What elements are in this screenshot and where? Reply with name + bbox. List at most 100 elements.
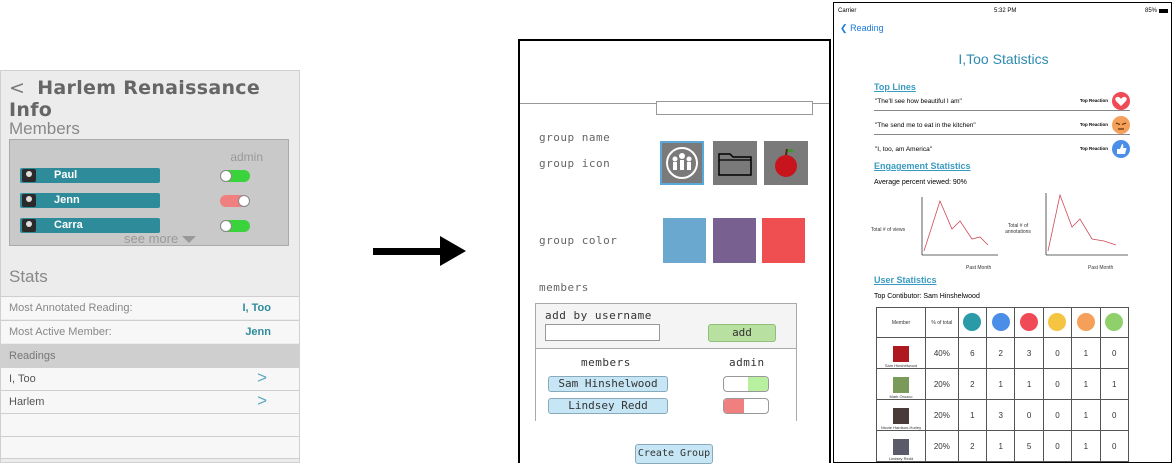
count-cell: 1 <box>1099 368 1130 400</box>
table-header-row: Member % of total <box>876 307 1130 338</box>
avatar <box>893 439 909 455</box>
page-title: I,Too Statistics <box>958 51 1049 67</box>
annotations-line-chart <box>1045 193 1128 256</box>
admin-toggle[interactable] <box>220 195 250 207</box>
empty-row <box>1 413 299 436</box>
quote-text: "I, too, am America" <box>875 146 932 153</box>
add-members-box: add by username add members admin Sam Hi… <box>535 303 797 421</box>
count-cell: 1 <box>986 368 1016 400</box>
see-more-link[interactable]: see more <box>124 231 196 246</box>
battery-icon <box>1159 9 1168 13</box>
heart-icon <box>1112 92 1130 110</box>
member-row[interactable]: Jenn <box>20 193 160 208</box>
member-name: Sam Hinshelwood <box>884 363 918 368</box>
admin-toggle[interactable] <box>723 398 769 414</box>
add-button[interactable]: add <box>708 324 776 342</box>
member-name: Lindsey Redd <box>888 456 914 461</box>
chevron-right-icon[interactable]: > <box>257 368 267 388</box>
color-swatch-blue[interactable] <box>663 218 706 263</box>
create-group-button[interactable]: Create Group <box>635 444 713 464</box>
chevron-right-icon[interactable]: > <box>257 391 267 411</box>
avatar <box>893 408 909 424</box>
percent-cell: 40% <box>925 337 959 369</box>
member-pill[interactable]: Sam Hinshelwood <box>548 376 668 392</box>
screen-title: < Harlem Renaissance Info <box>9 77 299 121</box>
member-name: Jenn <box>54 194 80 206</box>
stat-value[interactable]: I, Too <box>242 302 271 314</box>
views-line-chart <box>921 197 998 256</box>
percent-column-header: % of total <box>925 307 959 338</box>
top-reaction-label: Top Reaction <box>1079 146 1108 151</box>
folder-icon[interactable] <box>713 141 757 185</box>
chevron-left-icon: ❮ <box>840 23 848 33</box>
reading-row[interactable]: I, Too > <box>1 367 299 390</box>
readings-header: Readings <box>1 344 299 367</box>
count-cell: 0 <box>1042 430 1073 462</box>
member-cell: Sam Hinshelwood <box>876 337 926 369</box>
members-label: members <box>539 281 589 294</box>
group-title: Harlem Renaissance Info <box>9 77 261 121</box>
count-cell: 1 <box>1071 337 1101 369</box>
count-cell: 1 <box>957 399 988 431</box>
table-row: Nicole Hardson-Hurley 20% 1 3 0 0 1 0 <box>876 399 1130 431</box>
add-by-username-label: add by username <box>545 309 652 322</box>
stat-label: Most Annotated Reading: <box>9 302 133 314</box>
apple-icon[interactable] <box>764 141 808 185</box>
reading-row[interactable]: Harlem > <box>1 390 299 413</box>
count-cell: 0 <box>1014 399 1044 431</box>
reading-title: I, Too <box>9 373 36 385</box>
member-cell: Mark Orozco <box>876 368 926 400</box>
member-name: Mark Orozco <box>889 394 913 399</box>
count-cell: 1 <box>1014 368 1044 400</box>
top-reaction-label: Top Reaction <box>1079 98 1108 103</box>
count-cell: 1 <box>1071 430 1101 462</box>
group-name-input[interactable] <box>656 101 813 115</box>
heart-icon <box>1020 312 1039 331</box>
chart2-xlabel: Past Month <box>1088 265 1114 271</box>
quote-text: "The send me to eat in the kitchen" <box>875 122 976 129</box>
count-cell: 0 <box>1042 399 1073 431</box>
stat-value[interactable]: Jenn <box>245 326 271 338</box>
question-icon <box>1105 312 1124 331</box>
user-stats-heading: User Statistics <box>874 275 937 285</box>
thumbs-up-icon <box>991 312 1010 331</box>
admin-toggle[interactable] <box>723 376 769 392</box>
color-swatch-red[interactable] <box>762 218 805 263</box>
user-stats-table: Member % of total Sam Hinshelwood 40% 6 … <box>876 307 1130 462</box>
status-time: 5:32 PM <box>994 8 1017 14</box>
admin-column-header: admin <box>729 356 765 369</box>
admin-toggle[interactable] <box>220 220 250 232</box>
chevron-down-icon <box>181 235 196 243</box>
top-line-row: "The send me to eat in the kitchen" Top … <box>874 116 1130 135</box>
engagement-heading: Engagement Statistics <box>874 161 971 171</box>
back-button[interactable]: ❮ Reading <box>840 23 884 34</box>
admin-toggle[interactable] <box>220 170 250 182</box>
username-input[interactable] <box>545 324 660 341</box>
member-name: Paul <box>54 169 78 181</box>
see-more-label: see more <box>124 231 179 246</box>
count-cell: 2 <box>957 430 988 462</box>
member-row[interactable]: Paul <box>20 168 160 183</box>
stat-label: Most Active Member: <box>9 326 112 338</box>
member-pill[interactable]: Lindsey Redd <box>548 398 668 414</box>
people-icon[interactable] <box>660 141 704 185</box>
group-info-screen: < Harlem Renaissance Info Members admin P… <box>0 70 300 463</box>
empty-row <box>1 436 299 459</box>
count-cell: 0 <box>1099 399 1130 431</box>
percent-cell: 20% <box>925 430 959 462</box>
thumbs-up-icon <box>1112 140 1130 158</box>
count-cell: 1 <box>1071 368 1101 400</box>
count-cell: 0 <box>1099 337 1130 369</box>
chart1-ylabel: Total # of views <box>870 227 906 233</box>
top-contributor: Top Contibutor: Sam Hinshelwood <box>874 293 980 300</box>
count-cell: 0 <box>1042 368 1073 400</box>
color-swatch-purple[interactable] <box>713 218 756 263</box>
count-cell: 2 <box>986 337 1016 369</box>
back-chevron-icon[interactable]: < <box>9 77 25 99</box>
members-box: admin Paul Jenn Carra see more <box>9 139 289 246</box>
arrow-head-icon <box>440 236 466 266</box>
group-icon-label: group icon <box>539 157 611 170</box>
percent-cell: 20% <box>925 368 959 400</box>
count-cell: 5 <box>1014 430 1044 462</box>
stat-row: Most Active Member: Jenn <box>1 320 299 343</box>
